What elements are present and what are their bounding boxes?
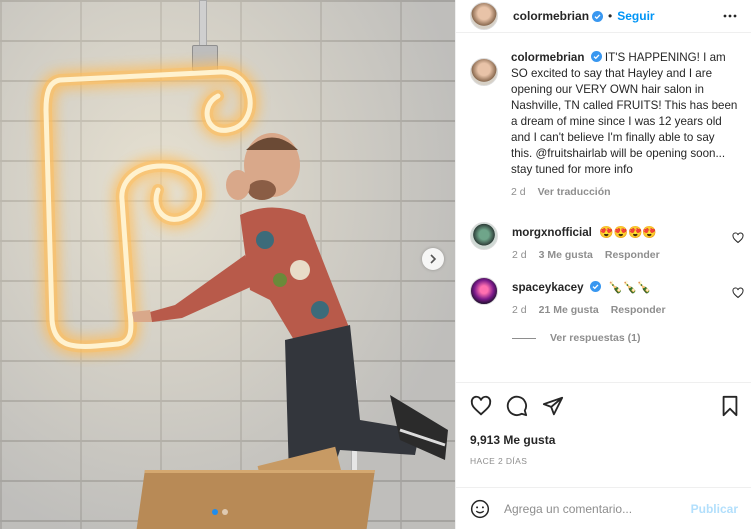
comment-text: 🍾🍾🍾 xyxy=(608,281,652,294)
person-figure xyxy=(132,133,448,510)
comment-username[interactable]: morgxnofficial xyxy=(512,226,592,239)
carousel-dot xyxy=(222,509,228,515)
comment-item: morgxnofficial 😍😍😍😍 2 d 3 Me gusta Respo… xyxy=(456,222,751,263)
comment-input[interactable] xyxy=(504,501,691,516)
caption-username[interactable]: colormebrian xyxy=(511,51,584,64)
comment-age: 2 d xyxy=(512,249,527,261)
reply-button[interactable]: Responder xyxy=(611,302,666,318)
carousel-dot xyxy=(212,509,218,515)
share-icon xyxy=(542,396,564,416)
author-username[interactable]: colormebrian xyxy=(513,9,589,23)
heart-icon xyxy=(470,395,492,416)
emoji-icon xyxy=(470,499,490,518)
avatar[interactable] xyxy=(470,222,498,250)
save-button[interactable] xyxy=(720,395,740,417)
avatar[interactable] xyxy=(470,2,498,30)
avatar[interactable] xyxy=(470,277,498,305)
comments-list[interactable]: colormebrian IT'S HAPPENING! I am SO exc… xyxy=(456,50,751,377)
verified-icon xyxy=(592,10,604,22)
post-header: colormebrian • Seguir xyxy=(456,0,751,33)
share-button[interactable] xyxy=(542,395,564,417)
more-icon[interactable] xyxy=(723,9,737,23)
caption-age: 2 d xyxy=(511,186,526,198)
avatar[interactable] xyxy=(470,58,498,86)
cardboard-box xyxy=(135,470,375,529)
carousel-dots xyxy=(212,509,228,515)
comment-username[interactable]: spaceykacey xyxy=(512,281,584,294)
caption-text: IT'S HAPPENING! I am SO excited to say t… xyxy=(511,51,738,176)
like-button[interactable] xyxy=(470,395,492,417)
post-actions: 9,913 Me gusta HACE 2 DÍAS xyxy=(456,382,751,466)
emoji-button[interactable] xyxy=(470,499,490,519)
post-side-panel: colormebrian • Seguir colormebrian IT'S … xyxy=(455,0,751,529)
heart-icon[interactable] xyxy=(732,232,744,244)
comment-item: spaceykacey 🍾🍾🍾 2 d 21 Me gusta Responde… xyxy=(456,277,751,318)
follow-button[interactable]: Seguir xyxy=(617,9,654,23)
reply-button[interactable]: Responder xyxy=(605,247,660,263)
comment-text: 😍😍😍😍 xyxy=(599,226,657,239)
verified-icon xyxy=(589,281,601,292)
post-photo[interactable] xyxy=(0,0,455,529)
heart-icon[interactable] xyxy=(732,287,744,299)
chevron-right-icon xyxy=(430,254,437,264)
comment-icon xyxy=(506,395,528,417)
publish-button[interactable]: Publicar xyxy=(691,502,738,516)
comment-likes[interactable]: 21 Me gusta xyxy=(539,302,599,318)
carousel-next-button[interactable] xyxy=(422,248,444,270)
comment-age: 2 d xyxy=(512,304,527,316)
translate-link[interactable]: Ver traducción xyxy=(538,184,611,200)
view-replies-button[interactable]: Ver respuestas (1) xyxy=(512,332,751,344)
verified-icon xyxy=(590,51,602,62)
separator: • xyxy=(608,9,613,23)
save-icon xyxy=(722,395,738,417)
comment-composer: Publicar xyxy=(456,487,751,529)
comment-likes[interactable]: 3 Me gusta xyxy=(539,247,593,263)
likes-count[interactable]: 9,913 Me gusta xyxy=(470,433,740,447)
post-caption: colormebrian IT'S HAPPENING! I am SO exc… xyxy=(456,50,751,200)
post-date: HACE 2 DÍAS xyxy=(470,456,528,466)
comment-button[interactable] xyxy=(506,395,528,417)
